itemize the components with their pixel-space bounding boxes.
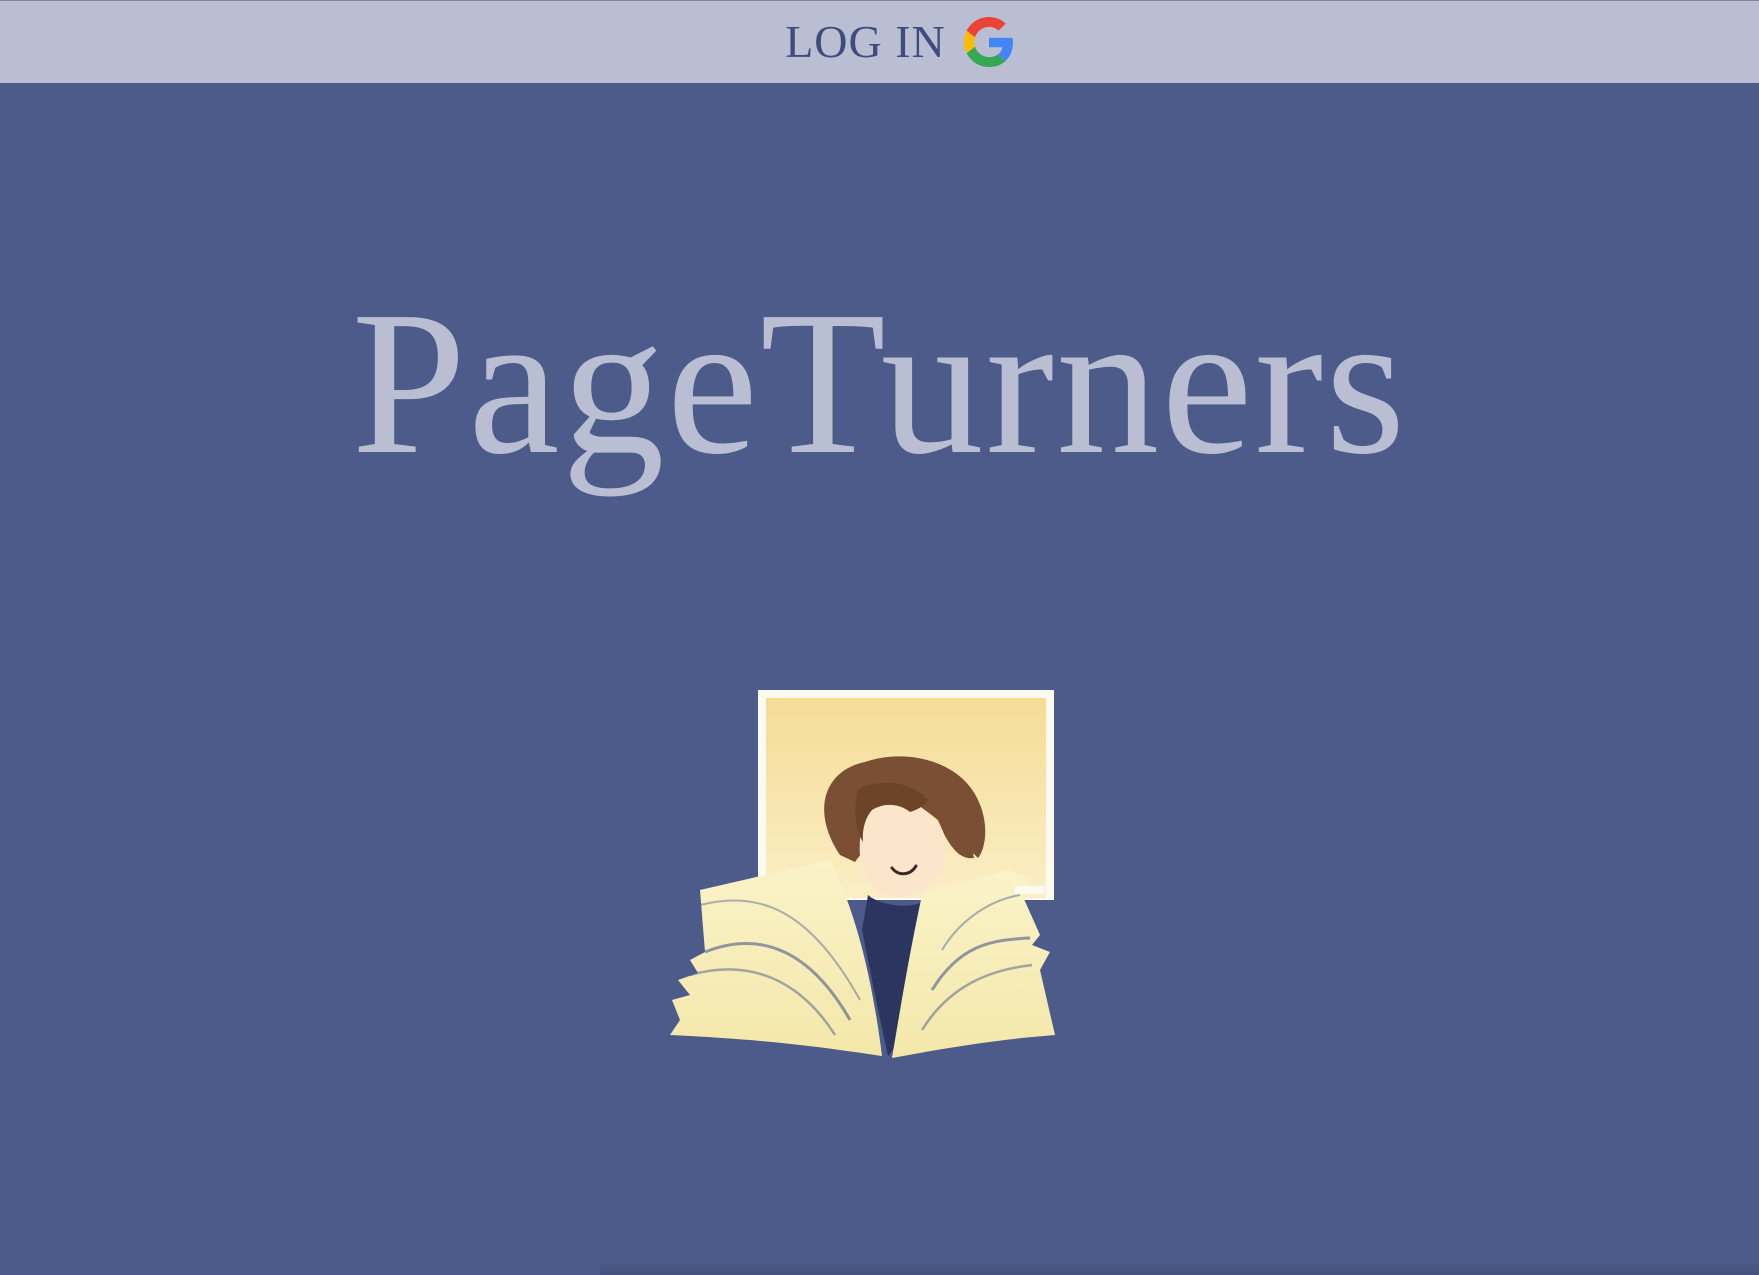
reader-illustration bbox=[670, 690, 1055, 1058]
login-label: LOG IN bbox=[785, 16, 946, 67]
bottom-shadow bbox=[600, 1261, 1759, 1275]
google-icon bbox=[963, 17, 1013, 67]
landing-page: LOG IN PageTurners bbox=[0, 0, 1759, 1275]
top-bar: LOG IN bbox=[0, 0, 1759, 83]
site-title: PageTurners bbox=[351, 268, 1408, 497]
google-login-button[interactable]: LOG IN bbox=[775, 13, 1024, 71]
